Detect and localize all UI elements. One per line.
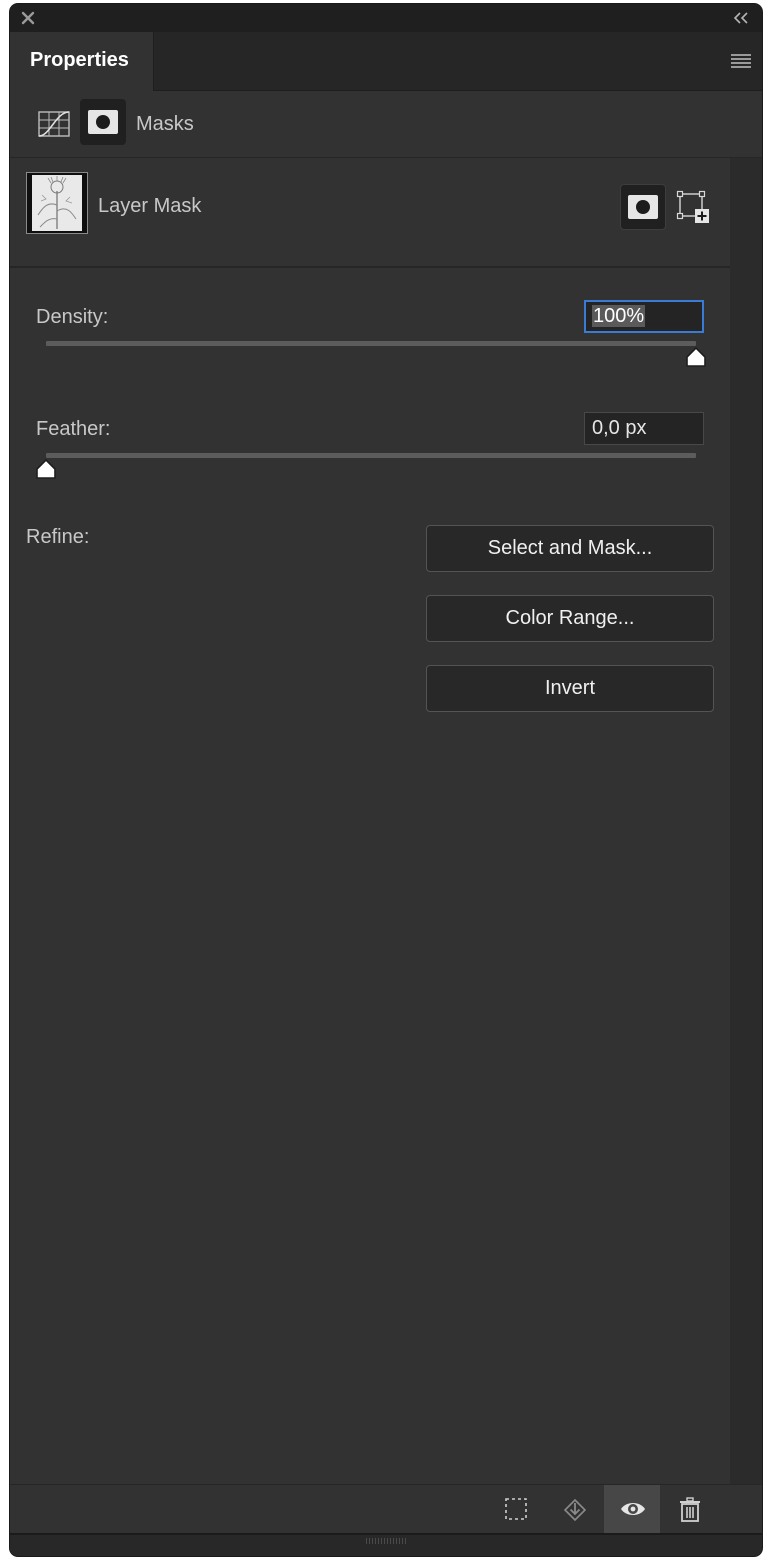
density-input[interactable]: 100% <box>584 300 704 333</box>
section-label-masks: Masks <box>136 113 194 135</box>
density-value: 100% <box>592 305 646 327</box>
feather-slider-handle[interactable] <box>34 458 58 480</box>
double-chevron-left-icon[interactable] <box>732 10 750 26</box>
masks-header: Masks <box>10 91 762 158</box>
feather-slider-track[interactable] <box>46 453 696 458</box>
pixel-mask-icon[interactable] <box>80 99 126 145</box>
color-range-button[interactable]: Color Range... <box>426 595 714 642</box>
bottom-toolbar <box>10 1484 762 1533</box>
vector-mask-add-icon[interactable] <box>676 190 710 224</box>
apply-mask-icon[interactable] <box>546 1485 602 1533</box>
invert-button[interactable]: Invert <box>426 665 714 712</box>
trash-icon[interactable] <box>662 1485 718 1533</box>
density-slider-handle[interactable] <box>684 346 708 368</box>
properties-panel: Properties Masks Layer Mask Density: 100… <box>10 4 762 1556</box>
layer-mask-thumbnail[interactable] <box>26 172 88 234</box>
resize-grip[interactable] <box>366 1538 406 1544</box>
layer-mask-label: Layer Mask <box>98 195 202 217</box>
close-icon[interactable] <box>20 10 36 26</box>
density-slider-track[interactable] <box>46 341 696 346</box>
feather-input[interactable]: 0,0 px <box>584 412 704 445</box>
panel-resize-strip <box>10 1533 762 1556</box>
panel-title-bar <box>10 4 762 32</box>
curves-adjustment-icon[interactable] <box>38 111 72 139</box>
hamburger-menu-icon[interactable] <box>730 52 752 70</box>
load-selection-icon[interactable] <box>488 1485 544 1533</box>
pixel-mask-toggle-button[interactable] <box>620 184 666 230</box>
select-and-mask-button[interactable]: Select and Mask... <box>426 525 714 572</box>
layer-mask-row: Layer Mask <box>10 158 730 268</box>
eye-icon[interactable] <box>604 1485 660 1533</box>
tab-properties[interactable]: Properties <box>10 32 154 91</box>
scrollbar-track[interactable] <box>730 158 762 1484</box>
refine-label: Refine: <box>26 526 90 548</box>
mask-glyph <box>628 195 658 219</box>
feather-label: Feather: <box>36 418 111 440</box>
density-label: Density: <box>36 306 109 328</box>
mask-glyph <box>88 110 118 134</box>
panel-tab-row: Properties <box>10 32 762 91</box>
